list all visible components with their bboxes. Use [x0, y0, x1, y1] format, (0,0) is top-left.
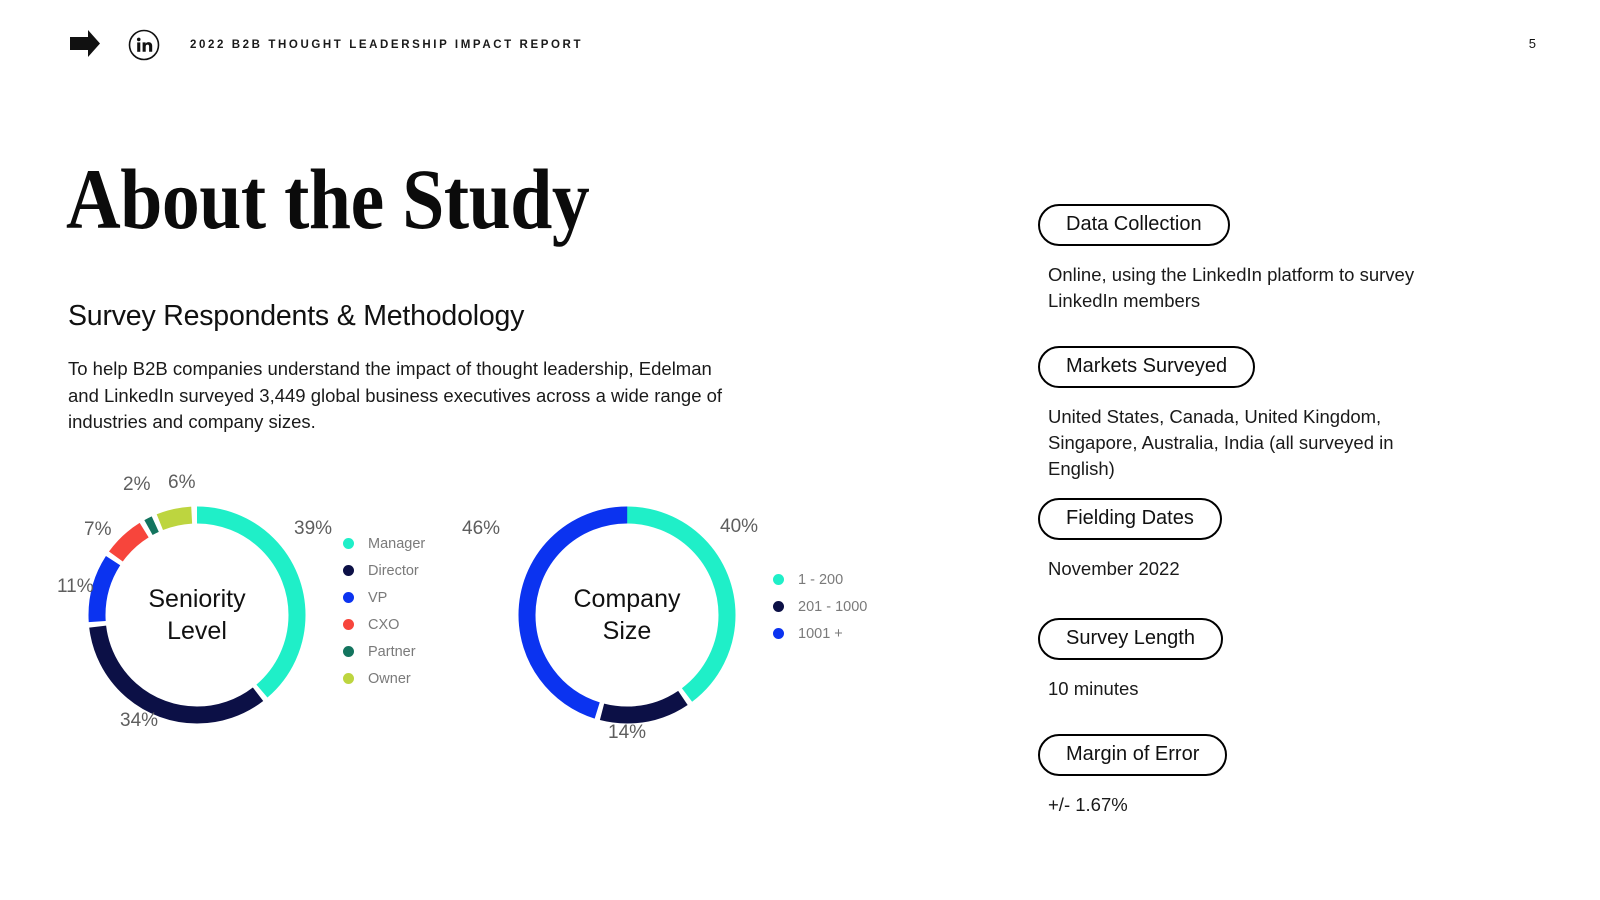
seniority-donut-svg — [88, 506, 306, 724]
legend-item-owner: Owner — [343, 665, 425, 692]
pill-markets-surveyed: Markets Surveyed — [1038, 346, 1256, 388]
pill-margin-of-error: Margin of Error — [1038, 734, 1228, 776]
legend-label-1001-plus: 1001 + — [798, 625, 843, 642]
page-header: 2022 B2B THOUGHT LEADERSHIP IMPACT REPOR… — [68, 28, 583, 62]
intro-paragraph: To help B2B companies understand the imp… — [68, 358, 723, 432]
page-title: About the Study — [66, 151, 590, 247]
pill-survey-length: Survey Length — [1038, 618, 1223, 660]
legend-item-cxo: CXO — [343, 611, 425, 638]
info-item-data-collection: Data Collection Online, using the Linked… — [1038, 204, 1458, 314]
text-survey-length: 10 minutes — [1048, 678, 1139, 699]
legend-item-1001-plus: 1001 + — [773, 620, 867, 647]
text-data-collection: Online, using the LinkedIn platform to s… — [1048, 264, 1415, 311]
seniority-label-partner: 2% — [123, 474, 151, 495]
section-subheading: Survey Respondents & Methodology — [68, 300, 525, 332]
seniority-legend: Manager Director VP CXO Partner Owner — [343, 530, 425, 692]
info-item-margin-of-error: Margin of Error +/- 1.67% — [1038, 734, 1458, 818]
legend-item-manager: Manager — [343, 530, 425, 557]
pill-fielding-dates: Fielding Dates — [1038, 498, 1222, 540]
legend-label-cxo: CXO — [368, 616, 400, 633]
legend-item-vp: VP — [343, 584, 425, 611]
methodology-info-panel: Data Collection Online, using the Linked… — [1038, 204, 1458, 818]
info-item-fielding-dates: Fielding Dates November 2022 — [1038, 498, 1458, 582]
legend-dot-manager — [343, 538, 354, 549]
company-donut-svg — [518, 506, 736, 724]
seniority-label-vp: 11% — [57, 576, 94, 597]
seniority-label-owner: 6% — [168, 472, 196, 493]
legend-label-owner: Owner — [368, 670, 411, 687]
info-item-markets-surveyed: Markets Surveyed United States, Canada, … — [1038, 346, 1458, 482]
edelman-arrow-logo — [68, 28, 102, 62]
legend-dot-cxo — [343, 619, 354, 630]
info-item-survey-length: Survey Length 10 minutes — [1038, 618, 1458, 702]
legend-dot-201-1000 — [773, 601, 784, 612]
legend-item-partner: Partner — [343, 638, 425, 665]
report-title: 2022 B2B THOUGHT LEADERSHIP IMPACT REPOR… — [190, 39, 584, 51]
legend-label-manager: Manager — [368, 535, 426, 552]
legend-item-1-200: 1 - 200 — [773, 566, 867, 593]
legend-dot-director — [343, 565, 354, 576]
company-legend: 1 - 200 201 - 1000 1001 + — [773, 566, 867, 647]
legend-dot-vp — [343, 592, 354, 603]
page-number: 5 — [1528, 36, 1536, 51]
legend-label-201-1000: 201 - 1000 — [798, 598, 868, 615]
legend-dot-owner — [343, 673, 354, 684]
linkedin-icon — [102, 29, 160, 61]
legend-dot-partner — [343, 646, 354, 657]
legend-item-201-1000: 201 - 1000 — [773, 593, 867, 620]
text-markets-surveyed: United States, Canada, United Kingdom, S… — [1048, 406, 1394, 479]
company-donut: Company Size — [512, 500, 742, 730]
company-label-1001-plus: 46% — [462, 518, 501, 539]
legend-label-vp: VP — [368, 589, 388, 606]
company-label-1-200: 40% — [720, 516, 759, 537]
legend-label-1-200: 1 - 200 — [798, 571, 844, 588]
seniority-label-manager: 39% — [294, 518, 333, 539]
legend-item-director: Director — [343, 557, 425, 584]
seniority-donut: Seniority Level — [82, 500, 312, 730]
legend-label-director: Director — [368, 562, 419, 579]
legend-label-partner: Partner — [368, 643, 416, 660]
seniority-label-cxo: 7% — [84, 519, 112, 540]
text-fielding-dates: November 2022 — [1048, 558, 1180, 579]
pill-data-collection: Data Collection — [1038, 204, 1230, 246]
charts-area: Seniority Level 39% 34% 11% 7% 2% 6% Man… — [0, 462, 960, 762]
legend-dot-1-200 — [773, 574, 784, 585]
company-label-201-1000: 14% — [608, 722, 647, 743]
seniority-label-director: 34% — [120, 710, 159, 731]
legend-dot-1001-plus — [773, 628, 784, 639]
text-margin-of-error: +/- 1.67% — [1048, 794, 1128, 815]
